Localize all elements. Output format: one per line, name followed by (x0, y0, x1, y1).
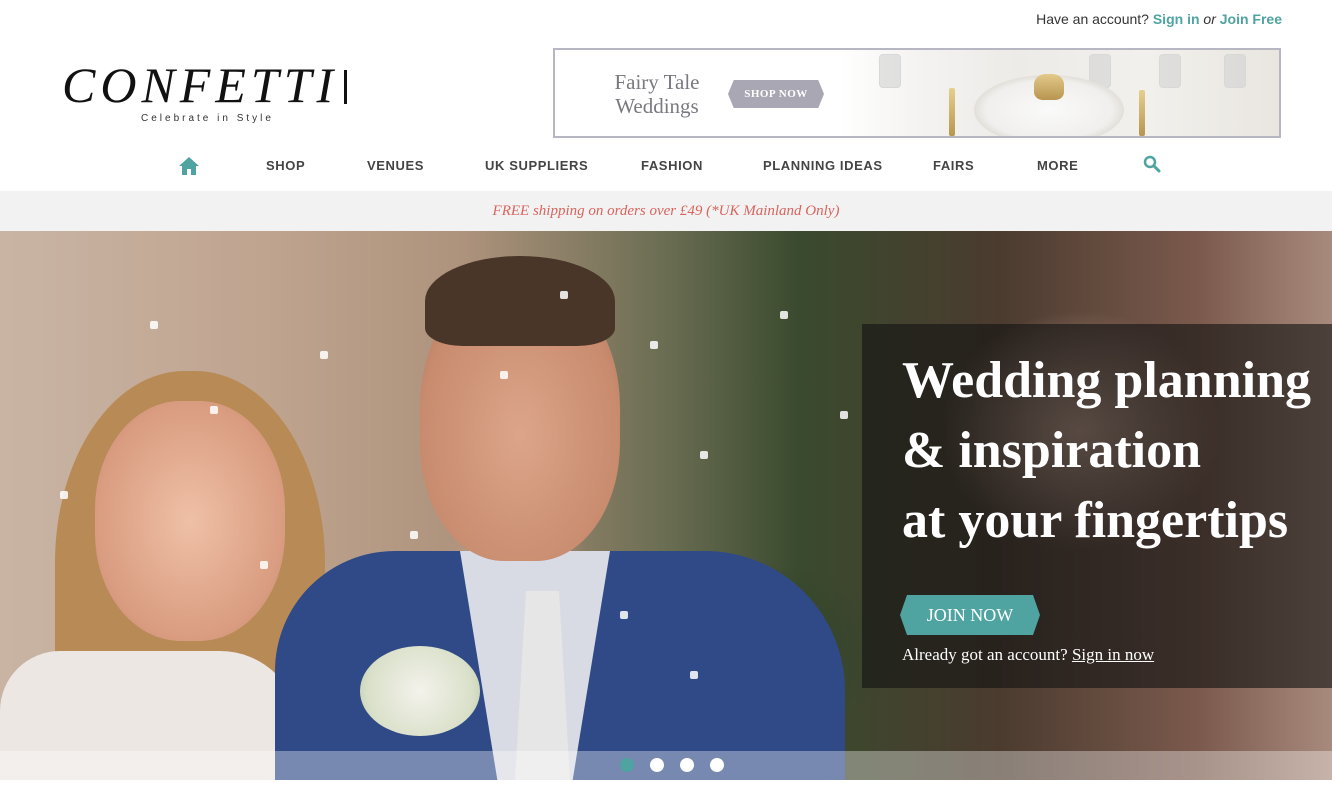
hero-signin-line: Already got an account? Sign in now (902, 645, 1154, 665)
confetti-piece (410, 531, 418, 539)
ad-title-line2: Weddings (615, 94, 699, 118)
hero-headline-line2: & inspiration (902, 422, 1202, 479)
nav-item-fairs[interactable]: FAIRS (933, 158, 974, 173)
ad-table-photo (839, 50, 1279, 136)
ad-banner[interactable]: Fairy Tale Weddings SHOP NOW (553, 48, 1281, 138)
confetti-piece (620, 611, 628, 619)
confetti-piece (210, 406, 218, 414)
hero-headline: Wedding planning & inspiration at your f… (902, 346, 1332, 556)
nav-item-fashion[interactable]: FASHION (641, 158, 703, 173)
hero-sign-in-now-link[interactable]: Sign in now (1072, 645, 1154, 664)
slider-dot-4[interactable] (710, 758, 724, 772)
logo-bar (344, 70, 348, 104)
hero-photo-bride (95, 401, 285, 641)
join-free-link[interactable]: Join Free (1220, 11, 1282, 27)
ad-title-line1: Fairy Tale (614, 70, 700, 94)
hero-photo-buttonhole (360, 646, 480, 736)
confetti-piece (150, 321, 158, 329)
confetti-piece (700, 451, 708, 459)
confetti-piece (650, 341, 658, 349)
nav-item-venues[interactable]: VENUES (367, 158, 424, 173)
confetti-piece (60, 491, 68, 499)
ad-glass-image (1224, 54, 1246, 88)
site-logo[interactable]: CONFETTI Celebrate in Style (62, 58, 362, 124)
confetti-piece (840, 411, 848, 419)
account-bar: Have an account? Sign in or Join Free (1036, 11, 1282, 27)
search-icon[interactable] (1143, 155, 1161, 173)
home-icon[interactable] (178, 156, 200, 176)
confetti-piece (560, 291, 568, 299)
slider-pagination (0, 751, 1332, 780)
confetti-piece (320, 351, 328, 359)
shipping-banner: FREE shipping on orders over £49 (*UK Ma… (0, 191, 1332, 231)
hero-signin-prompt: Already got an account? (902, 645, 1068, 664)
main-nav: SHOP VENUES UK SUPPLIERS FASHION PLANNIN… (0, 152, 1332, 182)
hero-photo-groom-hair (425, 256, 615, 346)
hero-headline-line3: at your fingertips (902, 492, 1289, 549)
confetti-piece (780, 311, 788, 319)
ad-shop-now-button[interactable]: SHOP NOW (728, 80, 824, 108)
confetti-piece (690, 671, 698, 679)
logo-tagline: Celebrate in Style (141, 113, 274, 124)
join-now-button[interactable]: JOIN NOW (900, 595, 1040, 635)
account-prompt: Have an account? (1036, 11, 1149, 27)
ad-title: Fairy Tale Weddings (607, 70, 707, 118)
nav-item-planning-ideas[interactable]: PLANNING IDEAS (763, 158, 883, 173)
hero-overlay-panel: Wedding planning & inspiration at your f… (862, 324, 1332, 688)
account-or: or (1203, 11, 1216, 27)
slider-dot-2[interactable] (650, 758, 664, 772)
logo-wordmark: CONFETTI (62, 57, 339, 113)
ad-glass-image (1159, 54, 1181, 88)
sign-in-link[interactable]: Sign in (1153, 11, 1200, 27)
ad-knife-image (1139, 90, 1145, 136)
nav-item-shop[interactable]: SHOP (266, 158, 305, 173)
ad-gold-box-image (1034, 74, 1064, 100)
confetti-piece (500, 371, 508, 379)
nav-item-more[interactable]: MORE (1037, 158, 1078, 173)
ad-fork-image (949, 88, 955, 136)
slider-dot-3[interactable] (680, 758, 694, 772)
hero-headline-line1: Wedding planning (902, 352, 1311, 409)
nav-item-uk-suppliers[interactable]: UK SUPPLIERS (485, 158, 588, 173)
slider-dot-1[interactable] (620, 758, 634, 772)
confetti-piece (260, 561, 268, 569)
hero-slider: Wedding planning & inspiration at your f… (0, 231, 1332, 780)
ad-glass-image (879, 54, 901, 88)
